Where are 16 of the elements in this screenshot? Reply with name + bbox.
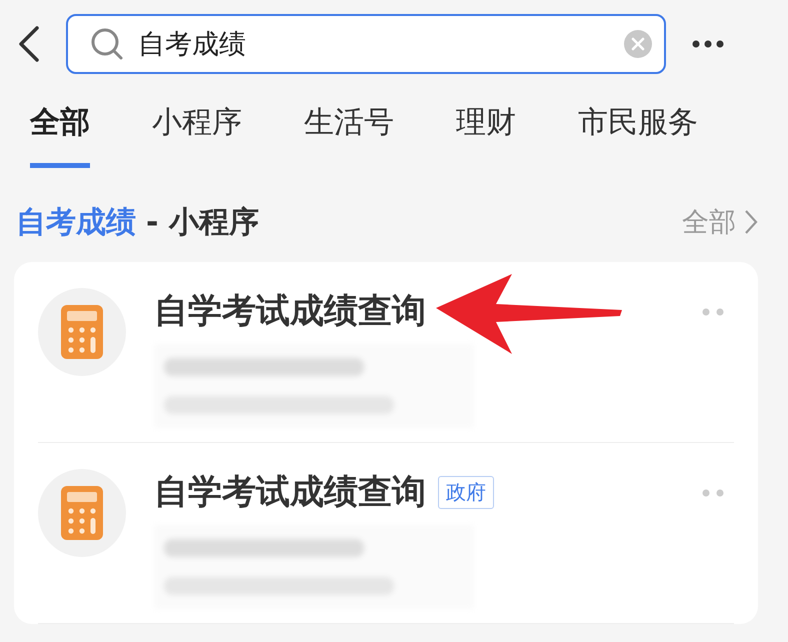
tab[interactable]: 生活号 (304, 102, 394, 168)
tab[interactable]: 市民服务 (578, 102, 698, 168)
search-icon (90, 27, 124, 61)
tab[interactable]: 理财 (456, 102, 516, 168)
chevron-icon (744, 209, 758, 235)
result-title[interactable]: 自学考试成绩查询 (154, 469, 426, 515)
search-field[interactable]: 自考成绩 (66, 14, 666, 74)
more-icon[interactable] (692, 40, 724, 48)
tab[interactable]: 小程序 (152, 102, 242, 168)
back-icon[interactable] (18, 26, 40, 62)
section-keyword: 自考成绩 (16, 204, 136, 242)
clear-icon[interactable] (624, 30, 652, 58)
tab[interactable]: 全部 (30, 102, 90, 168)
result-title[interactable]: 自学考试成绩查询 (154, 288, 426, 334)
category-tag: 政府 (438, 476, 494, 508)
section-title: - 小程序 (146, 204, 259, 242)
